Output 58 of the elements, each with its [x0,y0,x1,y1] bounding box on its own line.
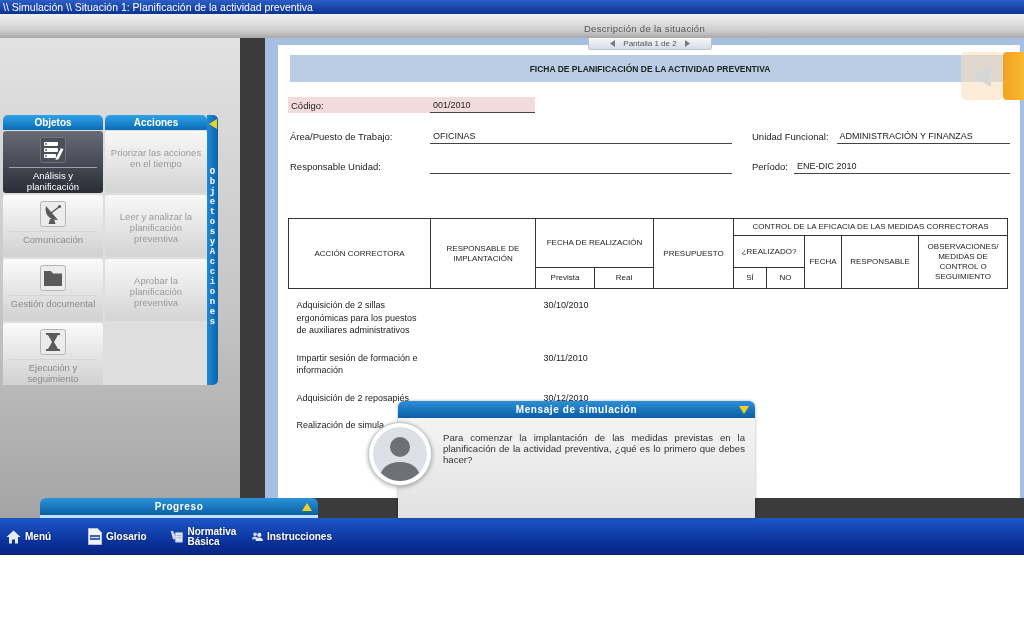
column-header: PRESUPUESTO [653,218,734,289]
caret-icon[interactable] [739,405,749,414]
document-icon [88,528,102,545]
table-cell: Realización de simula [296,420,385,430]
fill-in-line: ADMINISTRACIÓN Y FINANZAS [836,128,1010,144]
dialog-message: Para comenzar la implantación de las medidas previstas en la planificación de la actividad preventiva, ¿qué es lo primero que debes hacer? [443,432,745,465]
action-button[interactable]: Priorizar las acciones en el tiempo [105,131,207,193]
field-label: Unidad Funcional: [752,129,829,144]
column-header: SÍ [733,267,767,289]
page-indicator: Pantalla 1 de 2 [623,38,677,49]
column-header: OBSERVACIONES/ MEDIDAS DE CONTROL O SEGUIMIENTO [918,235,1008,289]
table-cell: Adquisición de 2 sillas ergonómicas para los puestos de auxiliares administrativos [296,300,417,335]
field-label: Área/Puesto de Trabajo: [290,129,394,144]
fill-in-line: 001/2010 [430,97,535,113]
toolbar-button[interactable]: Glosario [88,528,147,545]
table-cell: 30/12/2010 [543,392,589,403]
arrow-left-icon [973,65,991,87]
fill-in-line: OFICINAS [430,128,732,144]
field-label: Código: [290,98,325,113]
column-header: ¿REALIZADO? [733,235,805,268]
toolbar-button[interactable]: Instrucciones [252,529,332,544]
fill-in-line: ENE-DIC 2010 [793,158,1010,174]
object-button[interactable]: Comunicación [3,195,103,257]
window-title: \\ Simulación \\ Situación 1: Planificación de la actividad preventiva [3,0,313,14]
column-heading: Objetos [3,115,103,130]
table-cell: 30/11/2010 [543,352,588,363]
column-header: FECHA DE REALIZACIÓN [535,218,654,268]
column-header: Prevista [535,267,595,289]
action-button[interactable]: Aprobar la planificación preventiva [105,259,207,321]
column-header: CONTROL DE LA EFICACIA DE LAS MEDIDAS CORRECTORAS [733,218,1008,236]
arrow-right-icon[interactable] [684,40,690,47]
column-header: FECHA [804,235,842,289]
table-cell: Adquisición de 2 reposapiés [296,392,410,403]
folder-icon [40,265,66,291]
object-button[interactable]: Análisis y planificación [3,131,103,193]
object-button[interactable]: Ejecución y seguimiento [3,323,103,385]
column-header: RESPONSABLE [841,235,919,289]
toolbar-button[interactable]: Menú [6,529,52,544]
hourglass-icon [40,329,66,355]
home-icon [6,529,21,544]
arrow-left-icon[interactable] [610,40,616,47]
document-pen-icon [40,137,66,163]
table-cell: Impartir sesión de formación e información [296,352,418,375]
field-label: Responsable Unidad: [290,159,382,174]
side-tab[interactable]: Objetos y Acciones [207,115,218,385]
satellite-dish-icon [40,201,66,227]
section-title: Descripción de la situación [583,23,706,34]
caret-icon[interactable] [302,502,312,511]
field-label: Período: [752,159,788,174]
toolbar-button[interactable]: Normativa Básica [170,526,250,547]
column-header: RESPONSABLE DE IMPLANTACIÓN [430,218,536,289]
table-cell: 30/10/2010 [543,300,589,310]
column-heading: Acciones [105,115,207,130]
dialog-title: Mensaje de simulación [515,404,638,415]
column-header: ACCIÓN CORRECTORA [288,218,431,289]
progress-tab[interactable]: Progreso [40,498,318,518]
action-button[interactable]: Leer y analizar la planificación preventiva [105,195,207,257]
object-button[interactable]: Gestión documental [3,259,103,321]
